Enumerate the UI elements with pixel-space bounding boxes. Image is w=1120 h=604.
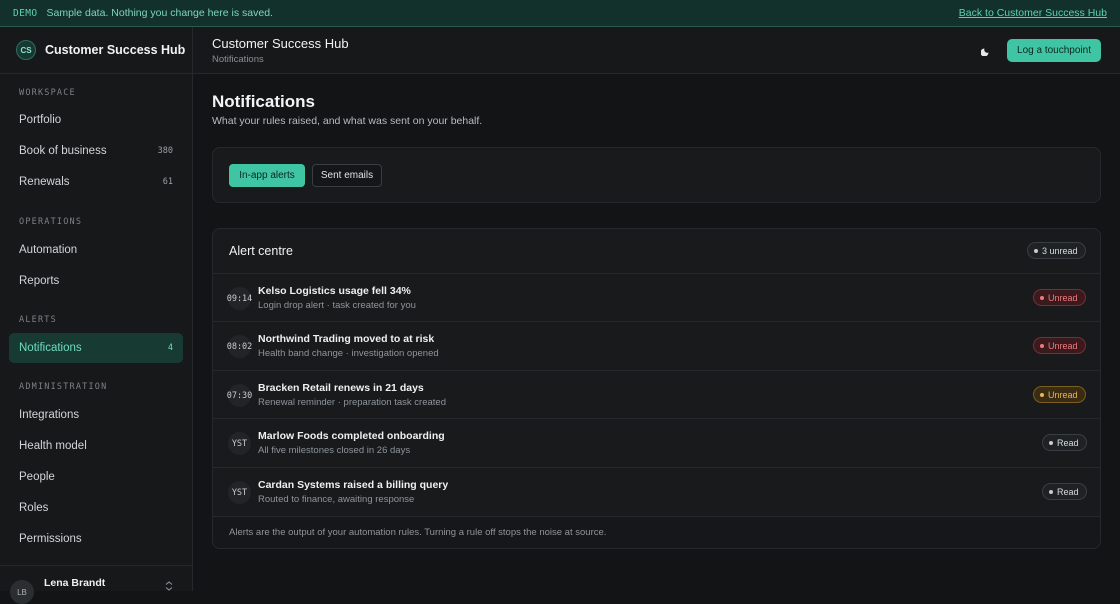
brand-name: Customer Success Hub [45, 43, 186, 57]
status-badge: Read [1042, 434, 1087, 451]
status-dot [1034, 248, 1038, 253]
page-subtitle: What your rules raised, and what was sen… [212, 115, 483, 127]
status-label: Unread [1048, 292, 1078, 303]
avatar: LB [10, 580, 34, 604]
sidebar-item-label: People [19, 471, 55, 483]
demo-banner: DEMO Sample data. Nothing you change her… [0, 0, 1120, 27]
alert-centre-title: Alert centre [229, 244, 293, 258]
alert-row[interactable]: 09:14 Kelso Logistics usage fell 34% Log… [213, 273, 1100, 322]
sidebar-item-integrations[interactable]: Integrations [9, 400, 183, 430]
sidebar: CS Customer Success Hub WORKSPACE Portfo… [0, 27, 193, 604]
sidebar-item-book-of-business[interactable]: Book of business 380 [9, 136, 183, 166]
brand[interactable]: CS Customer Success Hub [0, 27, 192, 74]
back-link[interactable]: Back to Customer Success Hub [959, 7, 1107, 19]
sidebar-item-automation[interactable]: Automation [9, 235, 183, 265]
sidebar-item-label: Health model [19, 440, 87, 452]
user-name: Lena Brandt [44, 577, 106, 589]
alert-row[interactable]: YST Marlow Foods completed onboarding Al… [213, 418, 1100, 467]
alert-time: YST [228, 432, 251, 455]
status-dot [1040, 343, 1044, 348]
alert-title: Kelso Logistics usage fell 34% [258, 285, 411, 297]
sidebar-item-label: Permissions [19, 533, 82, 545]
alert-title: Northwind Trading moved to at risk [258, 333, 435, 345]
status-dot [1049, 440, 1053, 445]
demo-tag: DEMO [13, 7, 38, 19]
top-header: Customer Success Hub Notifications Log a… [193, 27, 1120, 74]
sidebar-item-renewals[interactable]: Renewals 61 [9, 167, 183, 197]
status-dot [1040, 392, 1044, 397]
sidebar-item-count: 4 [167, 343, 173, 353]
alert-subtitle: Renewal reminder · preparation task crea… [258, 397, 446, 408]
alert-subtitle: All five milestones closed in 26 days [258, 445, 411, 456]
sidebar-item-label: Automation [19, 244, 78, 256]
alert-centre-card: Alert centre 3 unread 09:14 Kelso Logist… [212, 228, 1101, 549]
alert-row[interactable]: 07:30 Bracken Retail renews in 21 days R… [213, 370, 1100, 419]
footer-note-text: Alerts are the output of your automation… [229, 527, 607, 538]
header-title: Customer Success Hub [212, 36, 349, 51]
sidebar-item-notifications[interactable]: Notifications 4 [9, 333, 183, 363]
log-touchpoint-button[interactable]: Log a touchpoint [1007, 39, 1101, 62]
status-dot [1040, 295, 1044, 300]
alert-footer-note: Alerts are the output of your automation… [213, 516, 1100, 548]
sidebar-item-label: Renewals [19, 176, 70, 188]
sidebar-item-label: Integrations [19, 409, 80, 421]
alert-time: 08:02 [227, 335, 252, 358]
chevron-updown-icon [165, 581, 173, 593]
alert-title: Marlow Foods completed onboarding [258, 430, 445, 442]
status-badge: Unread [1033, 289, 1086, 306]
sidebar-item-label: Portfolio [19, 114, 62, 126]
alert-time: YST [228, 481, 251, 504]
status-label: Read [1057, 486, 1079, 497]
sidebar-item-people[interactable]: People [9, 462, 183, 492]
alert-time: 07:30 [227, 384, 252, 407]
status-badge: Read [1042, 483, 1087, 500]
status-label: Unread [1048, 340, 1078, 351]
sidebar-item-roles[interactable]: Roles [9, 493, 183, 523]
sidebar-item-reports[interactable]: Reports [9, 266, 183, 296]
sidebar-item-label: Reports [19, 275, 60, 287]
tab-in-app-alerts[interactable]: In-app alerts [229, 164, 305, 187]
section-label-operations: OPERATIONS [19, 217, 83, 227]
page-title: Notifications [212, 92, 315, 111]
tab-sent-emails[interactable]: Sent emails [312, 164, 382, 187]
moon-icon[interactable] [979, 43, 993, 57]
alert-subtitle: Login drop alert · task created for you [258, 300, 416, 311]
status-label: Read [1057, 437, 1079, 448]
sidebar-item-permissions[interactable]: Permissions [9, 524, 183, 554]
alert-subtitle: Health band change · investigation opene… [258, 348, 439, 359]
status-badge: Unread [1033, 337, 1086, 354]
sidebar-item-label: Book of business [19, 145, 107, 157]
alert-row[interactable]: 08:02 Northwind Trading moved to at risk… [213, 321, 1100, 370]
section-label-alerts: ALERTS [19, 315, 57, 325]
alert-time: 09:14 [227, 287, 252, 310]
status-dot [1049, 489, 1053, 494]
sidebar-item-health-model[interactable]: Health model [9, 431, 183, 461]
brand-logo: CS [16, 40, 36, 60]
sidebar-item-count: 61 [162, 177, 173, 187]
breadcrumb: Notifications [212, 54, 264, 65]
demo-message: Sample data. Nothing you change here is … [46, 7, 273, 19]
status-badge: Unread [1033, 386, 1086, 403]
section-label-workspace: WORKSPACE [19, 88, 76, 98]
alert-title: Cardan Systems raised a billing query [258, 479, 449, 491]
alert-subtitle: Routed to finance, awaiting response [258, 494, 415, 505]
alert-row[interactable]: YST Cardan Systems raised a billing quer… [213, 467, 1100, 516]
sidebar-item-label: Notifications [19, 342, 82, 354]
status-label: Unread [1048, 389, 1078, 400]
sidebar-item-portfolio[interactable]: Portfolio [9, 105, 183, 135]
alert-title: Bracken Retail renews in 21 days [258, 382, 424, 394]
unread-count-badge: 3 unread [1027, 242, 1086, 259]
sidebar-item-label: Roles [19, 502, 49, 514]
tabs-card: In-app alerts Sent emails [212, 147, 1101, 203]
unread-count-label: 3 unread [1042, 245, 1078, 256]
sidebar-item-count: 380 [157, 146, 173, 156]
section-label-administration: ADMINISTRATION [19, 382, 108, 392]
